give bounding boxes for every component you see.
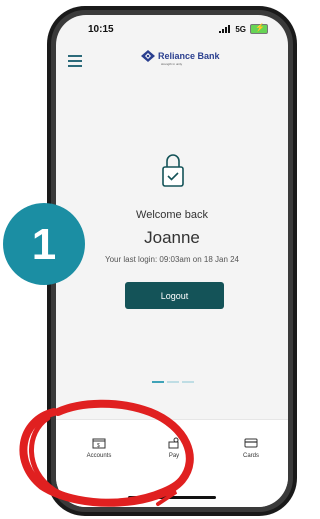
last-login-text: Your last login: 09:03am on 18 Jan 24 [104, 255, 240, 264]
lock-icon [162, 154, 184, 187]
charging-icon: ⚡ [255, 23, 265, 32]
brand-tagline: strength in unity [161, 62, 183, 66]
page-dot [182, 381, 194, 383]
battery-icon: ⚡ [250, 23, 268, 34]
step-number: 1 [32, 220, 56, 269]
status-bar-right: 5G ⚡ [219, 23, 268, 34]
welcome-heading: Welcome back [136, 209, 208, 221]
page-indicator [152, 381, 194, 383]
tab-accounts[interactable]: $ Accounts [78, 437, 120, 459]
logout-button[interactable]: Logout [125, 282, 224, 309]
page-dot-active [152, 381, 164, 383]
network-label: 5G [235, 24, 246, 34]
brand-name: Reliance Bank [158, 51, 220, 61]
brand-logo: Reliance Bank [141, 50, 220, 62]
pay-icon [168, 437, 179, 449]
tab-cards[interactable]: Cards [236, 437, 266, 459]
reliance-logo-icon [141, 50, 155, 62]
tab-cards-label: Cards [242, 453, 259, 459]
tab-accounts-label: Accounts [86, 453, 112, 459]
status-time: 10:15 [88, 24, 114, 35]
cards-icon [244, 438, 258, 448]
page-dot [167, 381, 179, 383]
bottom-tab-bar: $ Accounts Pay Cards [56, 419, 288, 507]
tab-pay[interactable]: Pay [159, 437, 189, 459]
username: Joanne [144, 228, 200, 247]
step-number-badge: 1 [3, 203, 85, 285]
accounts-icon: $ [92, 438, 106, 449]
signal-icon [219, 25, 231, 33]
home-indicator[interactable] [128, 496, 216, 499]
app-screen: 10:15 5G ⚡ Reliance Bank strength in uni… [56, 15, 288, 507]
tab-pay-label: Pay [168, 453, 180, 459]
svg-text:$: $ [97, 443, 100, 449]
menu-icon[interactable] [68, 55, 82, 70]
